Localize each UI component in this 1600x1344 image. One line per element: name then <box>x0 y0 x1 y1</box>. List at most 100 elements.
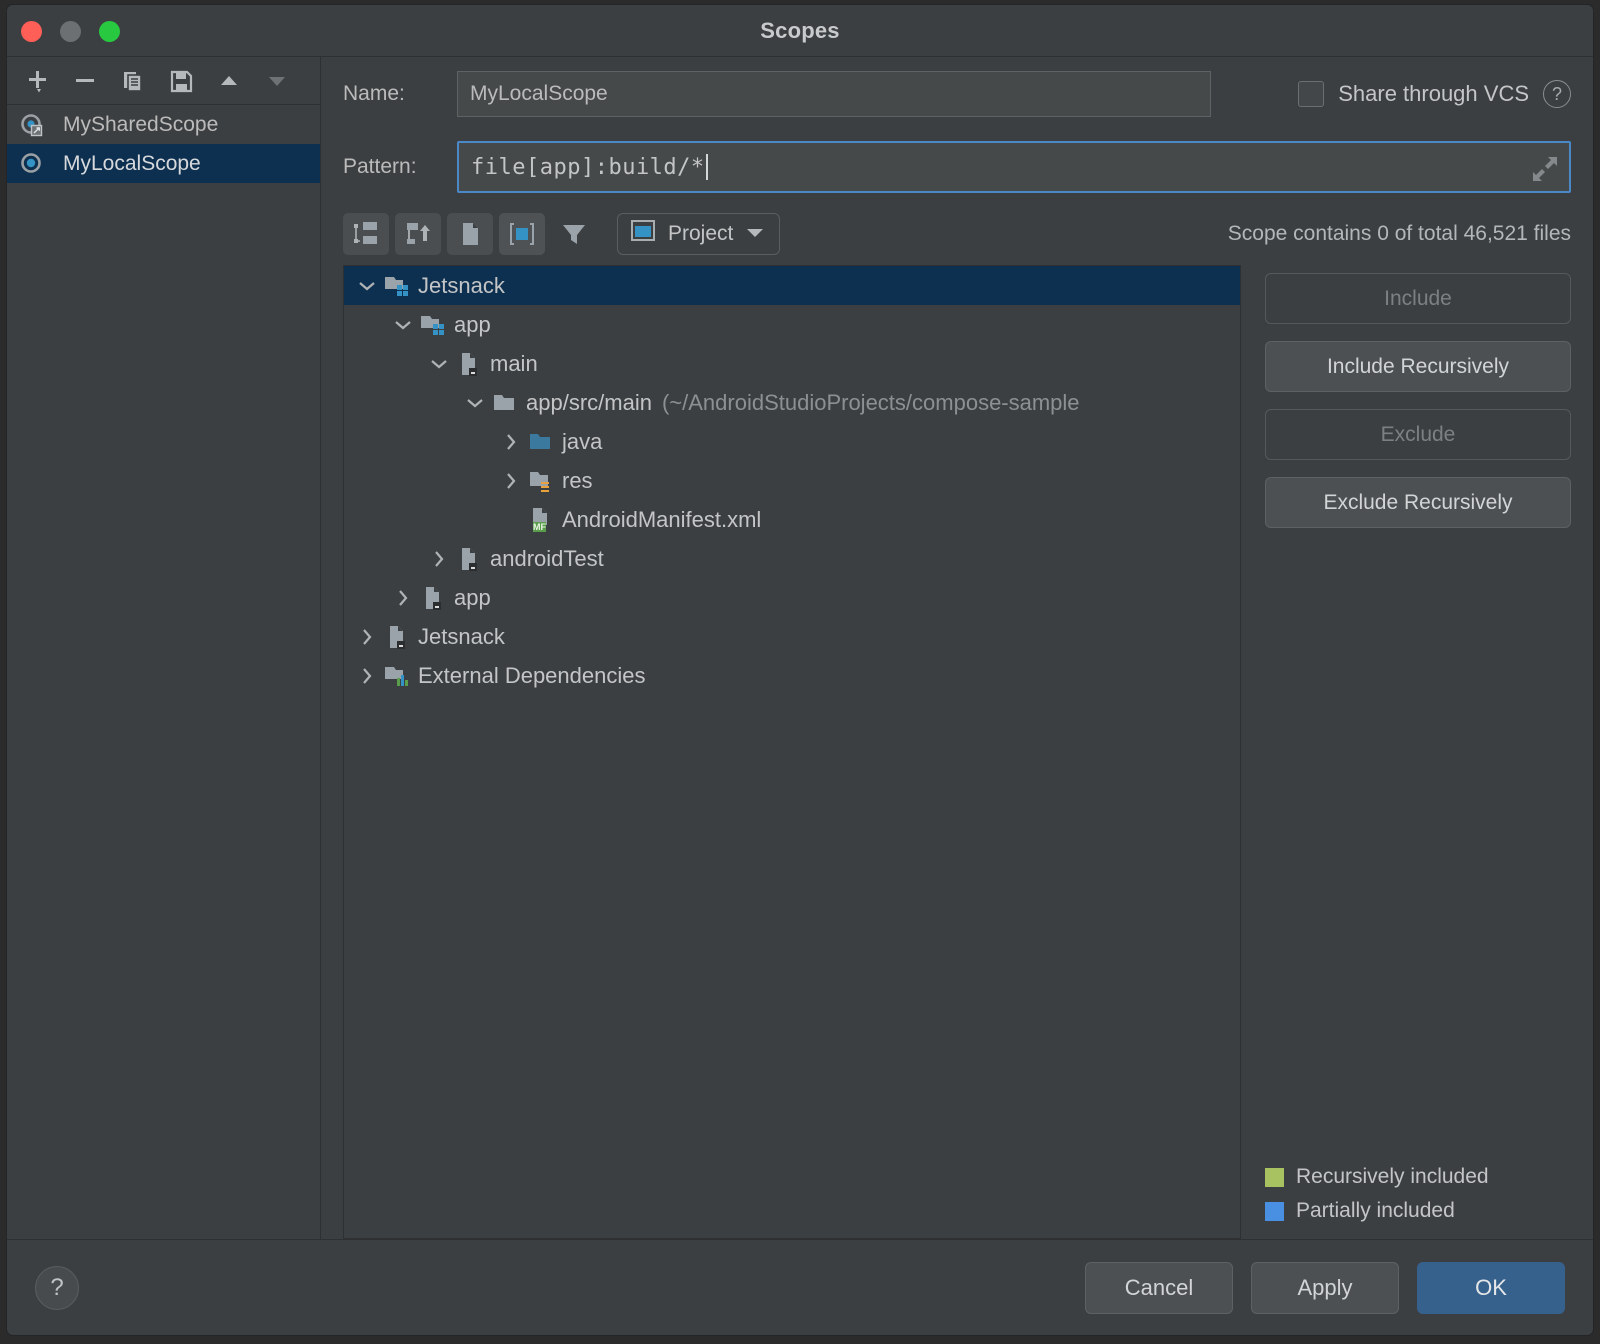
expand-diagonal-icon[interactable] <box>1531 155 1559 188</box>
legend-label: Partially included <box>1296 1199 1455 1223</box>
save-scope-button[interactable] <box>159 61 203 101</box>
add-scope-button[interactable] <box>15 61 59 101</box>
help-button[interactable]: ? <box>35 1266 79 1310</box>
tree-legend: Recursively included Partially included <box>1265 1165 1489 1223</box>
scope-editor-pane: Name: MyLocalScope Share through VCS ? P… <box>321 57 1593 1239</box>
tree-row[interactable]: app <box>344 305 1240 344</box>
tree-node-label: External Dependencies <box>418 665 645 687</box>
tree-row[interactable]: java <box>344 422 1240 461</box>
local-scope-icon <box>17 151 47 177</box>
tree-node-label: androidTest <box>490 548 604 570</box>
tree-row[interactable]: Jetsnack <box>344 266 1240 305</box>
move-up-button[interactable] <box>207 61 251 101</box>
legend-row-recursively-included: Recursively included <box>1265 1165 1489 1189</box>
close-button[interactable] <box>21 21 42 42</box>
source-folder-icon <box>526 430 556 454</box>
chevron-down-icon[interactable] <box>460 397 490 409</box>
maximize-button[interactable] <box>99 21 120 42</box>
chevron-right-icon[interactable] <box>352 628 382 646</box>
scope-item-label: MyLocalScope <box>63 153 201 174</box>
chevron-right-icon[interactable] <box>352 667 382 685</box>
include-button[interactable]: Include <box>1265 273 1571 324</box>
scopes-toolbar <box>7 57 320 105</box>
project-window-icon <box>630 219 656 249</box>
tree-row[interactable]: app/src/main (~/AndroidStudioProjects/co… <box>344 383 1240 422</box>
move-down-button[interactable] <box>255 61 299 101</box>
name-row: Name: MyLocalScope Share through VCS ? <box>321 57 1593 131</box>
tree-node-label: Jetsnack <box>418 626 505 648</box>
folder-icon <box>490 391 520 415</box>
name-label: Name: <box>343 82 457 106</box>
legend-row-partially-included: Partially included <box>1265 1199 1489 1223</box>
scope-item-label: MySharedScope <box>63 114 218 135</box>
chevron-right-icon[interactable] <box>496 472 526 490</box>
include-recursively-button[interactable]: Include Recursively <box>1265 341 1571 392</box>
ok-button[interactable]: OK <box>1417 1262 1565 1314</box>
flatten-packages-button[interactable] <box>395 213 441 255</box>
module-group-icon <box>418 313 448 337</box>
tree-node-label: app <box>454 314 491 336</box>
tree-node-label: main <box>490 353 538 375</box>
text-caret <box>706 154 708 180</box>
scopes-sidebar: MySharedScope MyLocalScope <box>7 57 321 1239</box>
tree-row[interactable]: Jetsnack <box>344 617 1240 656</box>
pattern-input-value: file[app]:build/* <box>471 155 705 180</box>
question-mark-circle-icon[interactable]: ? <box>1543 80 1571 108</box>
expand-tree-button[interactable] <box>343 213 389 255</box>
tree-row[interactable]: main <box>344 344 1240 383</box>
chevron-down-icon[interactable] <box>388 319 418 331</box>
tree-area: Jetsnack <box>321 265 1593 1239</box>
pattern-input[interactable]: file[app]:build/* <box>457 141 1571 193</box>
scope-file-count: Scope contains 0 of total 46,521 files <box>1228 222 1571 246</box>
tree-node-label: java <box>562 431 602 453</box>
scope-list-item-shared[interactable]: MySharedScope <box>7 105 320 144</box>
exclude-button[interactable]: Exclude <box>1265 409 1571 460</box>
tree-node-label: app <box>454 587 491 609</box>
tree-row[interactable]: MF AndroidManifest.xml <box>344 500 1240 539</box>
window-title: Scopes <box>760 18 839 44</box>
title-bar: Scopes <box>7 5 1593 57</box>
tree-node-label: AndroidManifest.xml <box>562 509 761 531</box>
scope-type-dropdown[interactable]: Project <box>617 213 780 255</box>
chevron-down-icon[interactable] <box>352 280 382 292</box>
module-group-icon <box>382 274 412 298</box>
show-files-button[interactable] <box>447 213 493 255</box>
name-input[interactable]: MyLocalScope <box>457 71 1211 117</box>
project-tree[interactable]: Jetsnack <box>343 265 1241 1239</box>
autoscroll-to-source-button[interactable] <box>499 213 545 255</box>
exclude-recursively-button[interactable]: Exclude Recursively <box>1265 477 1571 528</box>
tree-node-label: res <box>562 470 593 492</box>
scopes-dialog: Scopes <box>6 4 1594 1336</box>
tree-row[interactable]: androidTest <box>344 539 1240 578</box>
copy-scope-button[interactable] <box>111 61 155 101</box>
source-set-icon <box>454 546 484 572</box>
filter-button[interactable] <box>551 213 597 255</box>
share-vcs-checkbox[interactable] <box>1298 81 1324 107</box>
chevron-down-icon[interactable] <box>424 358 454 370</box>
tree-row[interactable]: External Dependencies <box>344 656 1240 695</box>
minimize-button[interactable] <box>60 21 81 42</box>
scope-list[interactable]: MySharedScope MyLocalScope <box>7 105 320 1239</box>
dialog-footer: ? Cancel Apply OK <box>7 1239 1593 1335</box>
footer-actions: Cancel Apply OK <box>1085 1262 1565 1314</box>
tree-row[interactable]: res <box>344 461 1240 500</box>
source-set-icon <box>418 585 448 611</box>
chevron-right-icon[interactable] <box>388 589 418 607</box>
chevron-down-icon <box>745 222 765 246</box>
scope-list-item-local[interactable]: MyLocalScope <box>7 144 320 183</box>
legend-swatch-green <box>1265 1168 1284 1187</box>
share-vcs-group: Share through VCS ? <box>1298 80 1571 108</box>
svg-text:MF: MF <box>533 522 546 532</box>
manifest-file-icon: MF <box>526 507 556 533</box>
chevron-right-icon[interactable] <box>424 550 454 568</box>
chevron-right-icon[interactable] <box>496 433 526 451</box>
tree-node-label: app/src/main <box>526 392 652 414</box>
apply-button[interactable]: Apply <box>1251 1262 1399 1314</box>
tree-node-label: Jetsnack <box>418 275 505 297</box>
source-set-icon <box>454 351 484 377</box>
tree-row[interactable]: app <box>344 578 1240 617</box>
cancel-button[interactable]: Cancel <box>1085 1262 1233 1314</box>
traffic-lights <box>21 21 120 42</box>
legend-swatch-blue <box>1265 1202 1284 1221</box>
remove-scope-button[interactable] <box>63 61 107 101</box>
